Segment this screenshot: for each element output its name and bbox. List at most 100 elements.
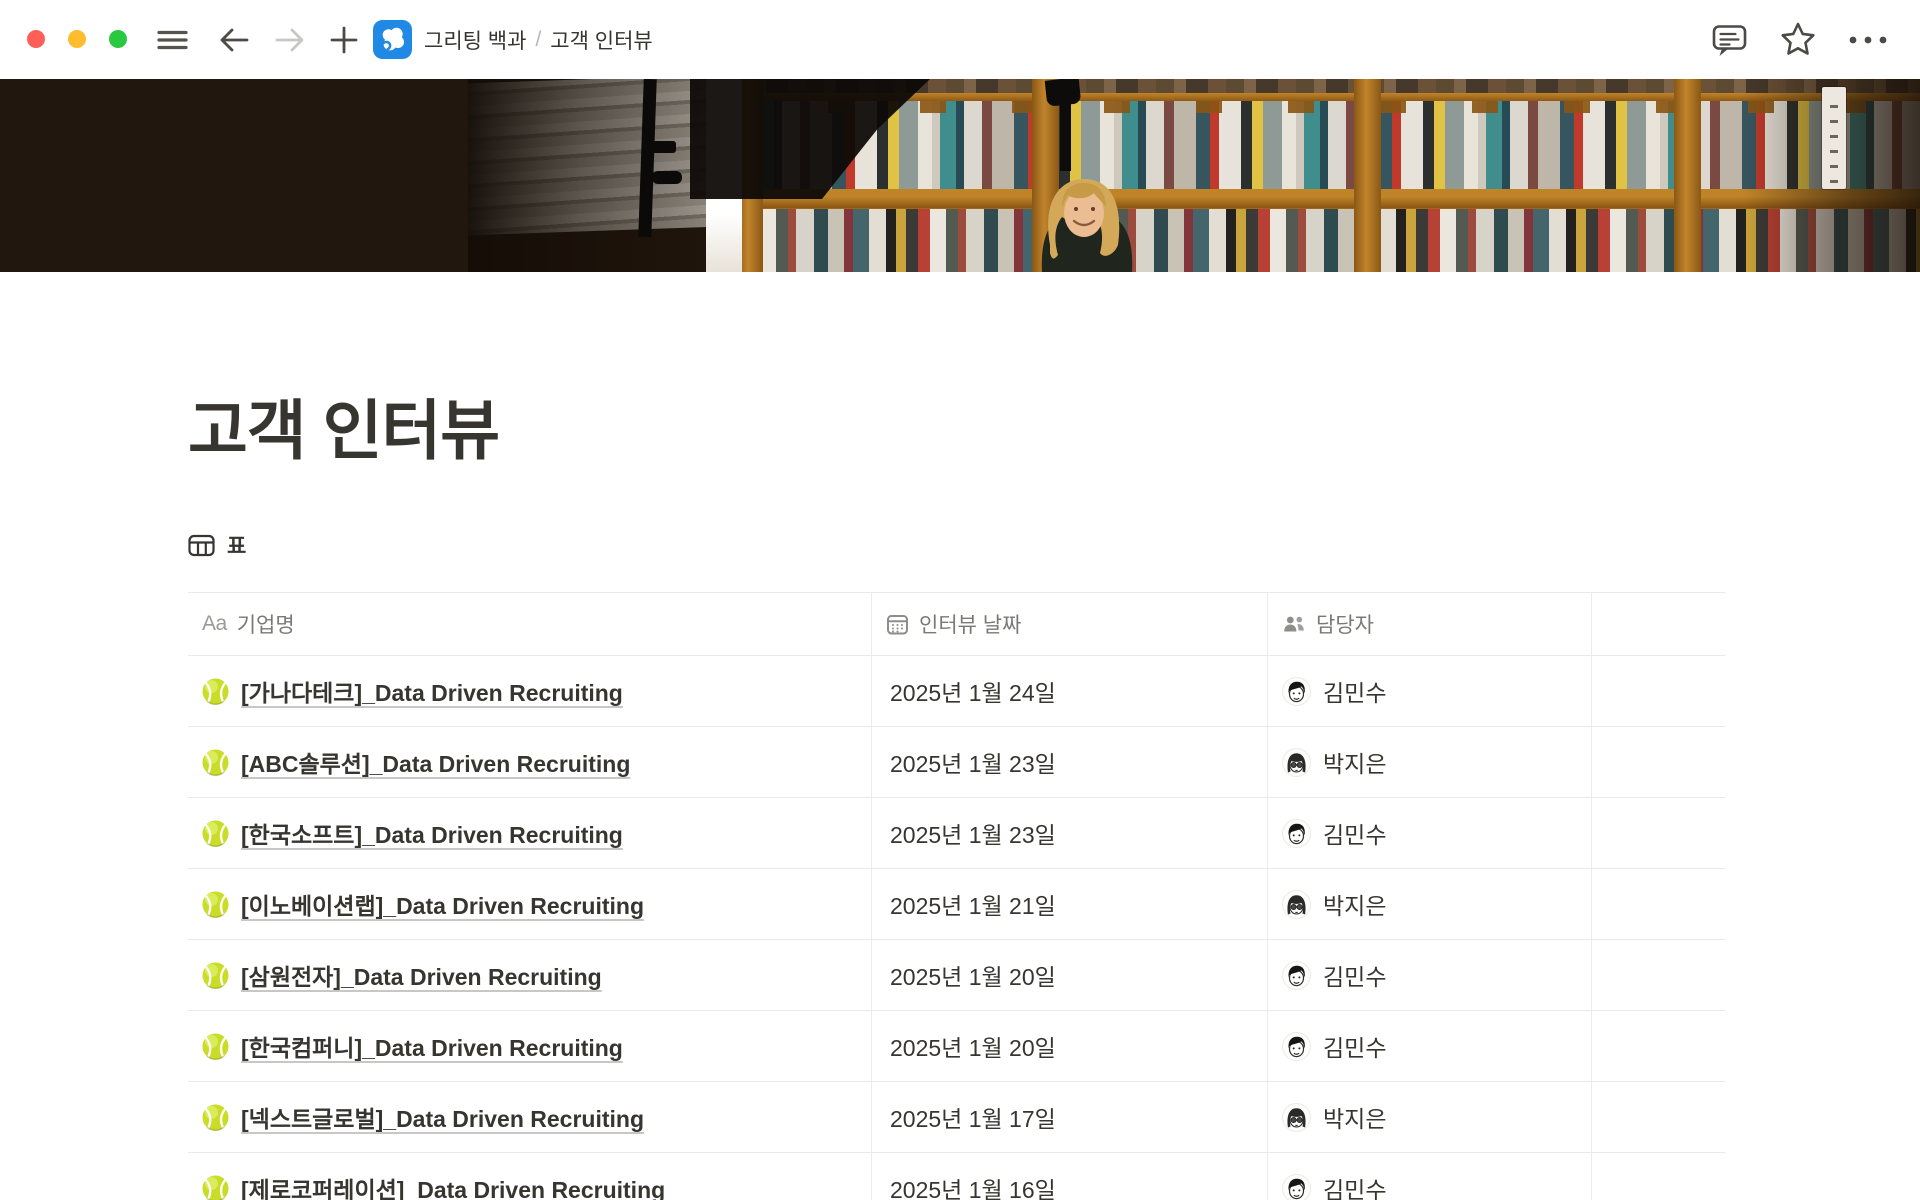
app-logo-icon[interactable] <box>370 0 414 79</box>
interview-date-cell[interactable]: 2025년 1월 17일 <box>872 1082 1268 1152</box>
people-icon <box>1282 613 1306 635</box>
column-header-empty[interactable] <box>1592 593 1725 655</box>
interview-date-cell[interactable]: 2025년 1월 16일 <box>872 1153 1268 1200</box>
tab-table-view[interactable]: 표 <box>188 530 246 560</box>
female-avatar-icon <box>1282 748 1311 777</box>
forward-arrow-icon[interactable] <box>268 0 312 79</box>
interview-date: 2025년 1월 23일 <box>890 745 1056 779</box>
empty-cell[interactable] <box>1592 727 1725 797</box>
page-cover-image[interactable] <box>0 79 1920 272</box>
view-tab-label: 표 <box>227 530 246 560</box>
more-ellipsis-icon[interactable] <box>1842 0 1894 79</box>
minimize-window-button[interactable] <box>68 30 86 48</box>
page-link[interactable]: [이노베이션랩]_Data Driven Recruiting <box>241 887 644 921</box>
empty-cell[interactable] <box>1592 1011 1725 1081</box>
column-header-assignee[interactable]: 담당자 <box>1268 593 1592 655</box>
female-avatar-icon <box>1282 890 1311 919</box>
female-avatar-icon <box>1282 1103 1311 1132</box>
calendar-icon <box>886 613 909 636</box>
male-avatar-icon <box>1282 1032 1311 1061</box>
interview-date: 2025년 1월 16일 <box>890 1171 1056 1200</box>
assignee-cell[interactable]: 박지은 <box>1268 1082 1592 1152</box>
page-link[interactable]: [한국소프트]_Data Driven Recruiting <box>241 816 623 850</box>
assignee-cell[interactable]: 김민수 <box>1268 656 1592 726</box>
back-arrow-icon[interactable] <box>212 0 256 79</box>
assignee-name: 박지은 <box>1323 745 1386 779</box>
table-row[interactable]: [한국소프트]_Data Driven Recruiting 2025년 1월 … <box>188 798 1725 869</box>
assignee-cell[interactable]: 김민수 <box>1268 798 1592 868</box>
interview-date: 2025년 1월 21일 <box>890 887 1056 921</box>
empty-cell[interactable] <box>1592 798 1725 868</box>
table-row[interactable]: [제로코퍼레이션]_Data Driven Recruiting 2025년 1… <box>188 1153 1725 1200</box>
page-link[interactable]: [넥스트글로벌]_Data Driven Recruiting <box>241 1100 644 1134</box>
assignee-name: 김민수 <box>1323 1029 1386 1063</box>
table-row[interactable]: [ABC솔루션]_Data Driven Recruiting 2025년 1월… <box>188 727 1725 798</box>
interview-date: 2025년 1월 24일 <box>890 674 1056 708</box>
column-header-company[interactable]: Aa 기업명 <box>188 593 872 655</box>
database-table: Aa 기업명 인터뷰 날짜 <box>188 592 1725 1200</box>
male-avatar-icon <box>1282 819 1311 848</box>
tennis-ball-icon <box>202 962 229 989</box>
interview-date: 2025년 1월 23일 <box>890 816 1056 850</box>
breadcrumb: 그리팅 백과 / 고객 인터뷰 <box>424 0 653 79</box>
table-row[interactable]: [넥스트글로벌]_Data Driven Recruiting 2025년 1월… <box>188 1082 1725 1153</box>
window-controls <box>27 30 127 48</box>
page-link[interactable]: [한국컴퍼니]_Data Driven Recruiting <box>241 1029 623 1063</box>
empty-cell[interactable] <box>1592 869 1725 939</box>
tennis-ball-icon <box>202 820 229 847</box>
breadcrumb-current[interactable]: 고객 인터뷰 <box>550 25 652 55</box>
comment-icon[interactable] <box>1703 0 1755 79</box>
tennis-ball-icon <box>202 1104 229 1131</box>
interview-date-cell[interactable]: 2025년 1월 23일 <box>872 727 1268 797</box>
assignee-name: 김민수 <box>1323 816 1386 850</box>
column-header-date[interactable]: 인터뷰 날짜 <box>872 593 1268 655</box>
close-window-button[interactable] <box>27 30 45 48</box>
empty-cell[interactable] <box>1592 940 1725 1010</box>
interview-date: 2025년 1월 20일 <box>890 958 1056 992</box>
breadcrumb-parent[interactable]: 그리팅 백과 <box>424 25 526 55</box>
assignee-name: 김민수 <box>1323 958 1386 992</box>
table-row[interactable]: [한국컴퍼니]_Data Driven Recruiting 2025년 1월 … <box>188 1011 1725 1082</box>
empty-cell[interactable] <box>1592 1082 1725 1152</box>
table-view-icon <box>188 533 215 558</box>
column-label: 기업명 <box>237 609 295 639</box>
zoom-window-button[interactable] <box>109 30 127 48</box>
empty-cell[interactable] <box>1592 656 1725 726</box>
assignee-name: 김민수 <box>1323 674 1386 708</box>
male-avatar-icon <box>1282 961 1311 990</box>
breadcrumb-separator: / <box>535 28 541 52</box>
tennis-ball-icon <box>202 678 229 705</box>
assignee-cell[interactable]: 김민수 <box>1268 940 1592 1010</box>
table-row[interactable]: [가나다테크]_Data Driven Recruiting 2025년 1월 … <box>188 656 1725 727</box>
male-avatar-icon <box>1282 677 1311 706</box>
page-link[interactable]: [가나다테크]_Data Driven Recruiting <box>241 674 623 708</box>
interview-date: 2025년 1월 20일 <box>890 1029 1056 1063</box>
empty-cell[interactable] <box>1592 1153 1725 1200</box>
star-icon[interactable] <box>1772 0 1824 79</box>
interview-date-cell[interactable]: 2025년 1월 21일 <box>872 869 1268 939</box>
assignee-cell[interactable]: 김민수 <box>1268 1011 1592 1081</box>
interview-date-cell[interactable]: 2025년 1월 24일 <box>872 656 1268 726</box>
woman-portrait <box>1012 161 1162 272</box>
page-link[interactable]: [삼원전자]_Data Driven Recruiting <box>241 958 602 992</box>
page-title: 고객 인터뷰 <box>188 378 499 472</box>
title-property-icon: Aa <box>202 612 227 636</box>
table-row[interactable]: [이노베이션랩]_Data Driven Recruiting 2025년 1월… <box>188 869 1725 940</box>
assignee-cell[interactable]: 김민수 <box>1268 1153 1592 1200</box>
assignee-cell[interactable]: 박지은 <box>1268 727 1592 797</box>
menu-icon[interactable] <box>150 0 194 79</box>
plus-icon[interactable] <box>322 0 366 79</box>
table-row[interactable]: [삼원전자]_Data Driven Recruiting 2025년 1월 2… <box>188 940 1725 1011</box>
male-avatar-icon <box>1282 1174 1311 1200</box>
tennis-ball-icon <box>202 1175 229 1200</box>
page-link[interactable]: [제로코퍼레이션]_Data Driven Recruiting <box>241 1171 665 1200</box>
table-header-row: Aa 기업명 인터뷰 날짜 <box>188 592 1725 656</box>
assignee-cell[interactable]: 박지은 <box>1268 869 1592 939</box>
page-link[interactable]: [ABC솔루션]_Data Driven Recruiting <box>241 745 630 779</box>
shelf-label-sign <box>1822 87 1846 189</box>
interview-date-cell[interactable]: 2025년 1월 20일 <box>872 1011 1268 1081</box>
tennis-ball-icon <box>202 891 229 918</box>
tennis-ball-icon <box>202 1033 229 1060</box>
interview-date-cell[interactable]: 2025년 1월 20일 <box>872 940 1268 1010</box>
interview-date-cell[interactable]: 2025년 1월 23일 <box>872 798 1268 868</box>
